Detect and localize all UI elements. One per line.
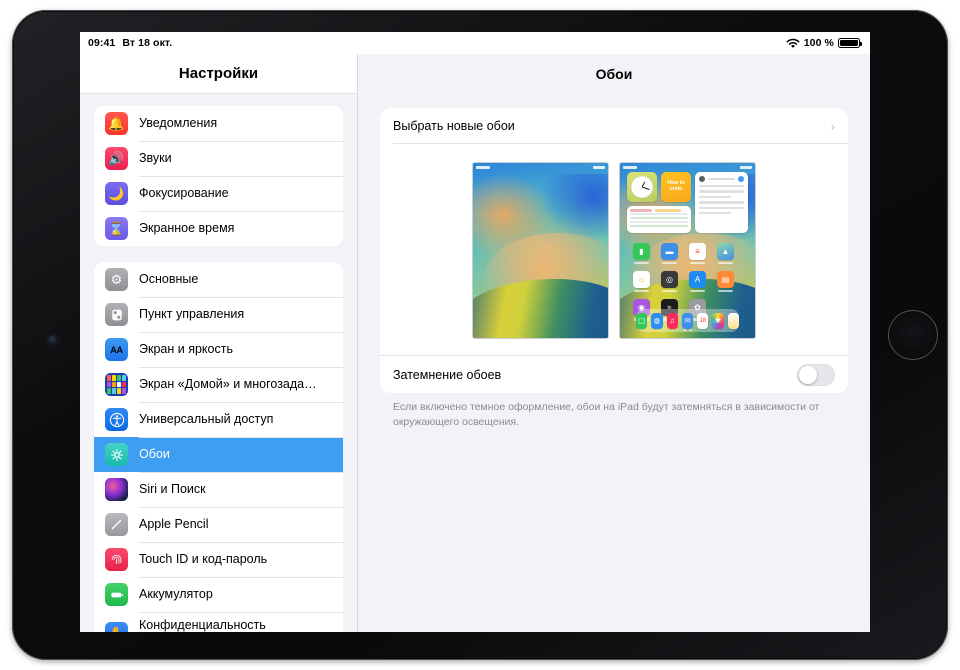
chevron-right-icon: › <box>831 120 835 133</box>
app-row: ▮ ▬ ≡ ▲ <box>627 243 748 264</box>
sidebar-item-privacy-security[interactable]: ✋ Конфиденциальность и безопасность <box>94 612 343 632</box>
app-maps[interactable]: ▲ <box>717 243 734 264</box>
dock-notes[interactable] <box>728 313 739 329</box>
sidebar-item-wallpaper[interactable]: Обои <box>94 437 343 472</box>
sidebar-item-label: Звуки <box>139 151 172 166</box>
sidebar-item-label: Уведомления <box>139 116 217 131</box>
speaker-icon: 🔊 <box>105 147 128 170</box>
app-row: ⌂ ◎ A ▤ <box>627 271 748 292</box>
sidebar-item-label: Универсальный доступ <box>139 412 273 427</box>
sidebar-item-label: Обои <box>139 447 170 462</box>
home-dock: ▢ ◍ ♫ ✉ 18 ✾ <box>636 309 739 332</box>
wallpaper-dimming-toggle[interactable] <box>797 364 835 386</box>
tips-widget[interactable]: How to undo <box>661 172 691 202</box>
wallpaper-dimming-label: Затемнение обоев <box>393 368 501 382</box>
sidebar-item-apple-pencil[interactable]: Apple Pencil <box>94 507 343 542</box>
fingerprint-icon <box>105 548 128 571</box>
sidebar-item-sounds[interactable]: 🔊 Звуки <box>94 141 343 176</box>
moon-icon: 🌙 <box>105 182 128 205</box>
home-grid-icon <box>105 373 128 396</box>
wallpaper-detail-pane: Обои Выбрать новые обои › <box>358 54 870 632</box>
status-time: 09:41 <box>88 37 115 49</box>
wallpaper-previews: How to undo <box>380 144 848 355</box>
sidebar-item-accessibility[interactable]: Универсальный доступ <box>94 402 343 437</box>
app-reminders[interactable]: ≡ <box>689 243 706 264</box>
app-files[interactable]: ▬ <box>661 243 678 264</box>
hand-privacy-icon: ✋ <box>105 622 128 633</box>
accessibility-icon <box>105 408 128 431</box>
sidebar-item-general[interactable]: ⚙ Основные <box>94 262 343 297</box>
tips-widget-label: How to undo <box>663 181 689 193</box>
sidebar-item-display-brightness[interactable]: AA Экран и яркость <box>94 332 343 367</box>
dock-messages[interactable]: ▢ <box>636 313 647 329</box>
ipad-screen: 09:41 Вт 18 окт. 100 % Настройки <box>80 32 870 632</box>
choose-new-wallpaper-label: Выбрать новые обои <box>393 119 515 133</box>
sidebar-item-focus[interactable]: 🌙 Фокусирование <box>94 176 343 211</box>
home-widgets: How to undo <box>627 172 748 233</box>
sidebar-item-label: Apple Pencil <box>139 517 209 532</box>
sidebar-item-label: Аккумулятор <box>139 587 213 602</box>
sidebar-item-label: Экранное время <box>139 221 234 236</box>
preview-status-bar <box>476 164 605 170</box>
dock-safari[interactable]: ◍ <box>651 313 662 329</box>
app-books[interactable]: ▤ <box>717 271 734 292</box>
notes-widget[interactable] <box>627 206 691 233</box>
wallpaper-dimming-row[interactable]: Затемнение обоев <box>380 355 848 393</box>
sidebar-item-label: Экран и яркость <box>139 342 233 357</box>
wifi-icon <box>786 38 800 49</box>
battery-icon <box>105 583 128 606</box>
home-button[interactable] <box>888 310 938 360</box>
clock-widget[interactable] <box>627 172 657 202</box>
status-date: Вт 18 окт. <box>122 37 172 49</box>
battery-icon <box>838 38 860 49</box>
app-app-store[interactable]: A <box>689 271 706 292</box>
app-home[interactable]: ⌂ <box>633 271 650 292</box>
lock-screen-wallpaper-preview[interactable] <box>472 162 609 339</box>
dock-music[interactable]: ♫ <box>667 313 678 329</box>
page-title: Обои <box>358 54 870 94</box>
pencil-icon <box>105 513 128 536</box>
wallpaper-dimming-footnote: Если включено темное оформление, обои на… <box>380 393 848 430</box>
dock-photos[interactable]: ✾ <box>712 313 723 329</box>
sidebar-item-label: Экран «Домой» и многозада… <box>139 377 317 392</box>
sidebar-item-label: Основные <box>139 272 198 287</box>
sidebar-list[interactable]: 🔔 Уведомления 🔊 Звуки 🌙 Фокусирование <box>80 94 357 632</box>
wallpaper-flower-icon <box>105 443 128 466</box>
dock-mail[interactable]: ✉ <box>682 313 693 329</box>
sidebar-title: Настройки <box>80 54 357 94</box>
home-screen-wallpaper-preview[interactable]: How to undo <box>619 162 756 339</box>
sidebar-item-home-screen[interactable]: Экран «Домой» и многозада… <box>94 367 343 402</box>
status-bar: 09:41 Вт 18 окт. 100 % <box>80 32 870 54</box>
sidebar-item-notifications[interactable]: 🔔 Уведомления <box>94 106 343 141</box>
sidebar-group-1: 🔔 Уведомления 🔊 Звуки 🌙 Фокусирование <box>94 106 343 246</box>
aa-text-icon: AA <box>105 338 128 361</box>
app-facetime[interactable]: ▮ <box>633 243 650 264</box>
hourglass-icon: ⌛ <box>105 217 128 240</box>
screenshot-root: 09:41 Вт 18 окт. 100 % Настройки <box>0 0 960 670</box>
battery-percent: 100 % <box>804 37 834 49</box>
choose-new-wallpaper-button[interactable]: Выбрать новые обои › <box>380 108 848 144</box>
sidebar-item-battery[interactable]: Аккумулятор <box>94 577 343 612</box>
wallpaper-card: Выбрать новые обои › <box>380 108 848 393</box>
sidebar-item-siri-search[interactable]: Siri и Поиск <box>94 472 343 507</box>
bell-icon: 🔔 <box>105 112 128 135</box>
dock-calendar[interactable]: 18 <box>697 313 708 329</box>
sidebar-item-screentime[interactable]: ⌛ Экранное время <box>94 211 343 246</box>
gear-icon: ⚙ <box>105 268 128 291</box>
sliders-icon <box>105 303 128 326</box>
sidebar-item-touch-id[interactable]: Touch ID и код-пароль <box>94 542 343 577</box>
reminders-widget[interactable] <box>695 172 748 233</box>
sidebar-item-label: Touch ID и код-пароль <box>139 552 267 567</box>
sidebar-item-control-center[interactable]: Пункт управления <box>94 297 343 332</box>
sidebar-item-label: Siri и Поиск <box>139 482 206 497</box>
app-camera[interactable]: ◎ <box>661 271 678 292</box>
sidebar-item-label: Фокусирование <box>139 186 229 201</box>
settings-sidebar: Настройки 🔔 Уведомления 🔊 Звуки <box>80 54 358 632</box>
sidebar-item-label: Конфиденциальность и безопасность <box>139 618 266 632</box>
front-camera-icon <box>48 335 59 346</box>
sidebar-group-2: ⚙ Основные Пункт управления AA Экран и я… <box>94 262 343 632</box>
siri-orb-icon <box>105 478 128 501</box>
sidebar-item-label: Пункт управления <box>139 307 244 322</box>
